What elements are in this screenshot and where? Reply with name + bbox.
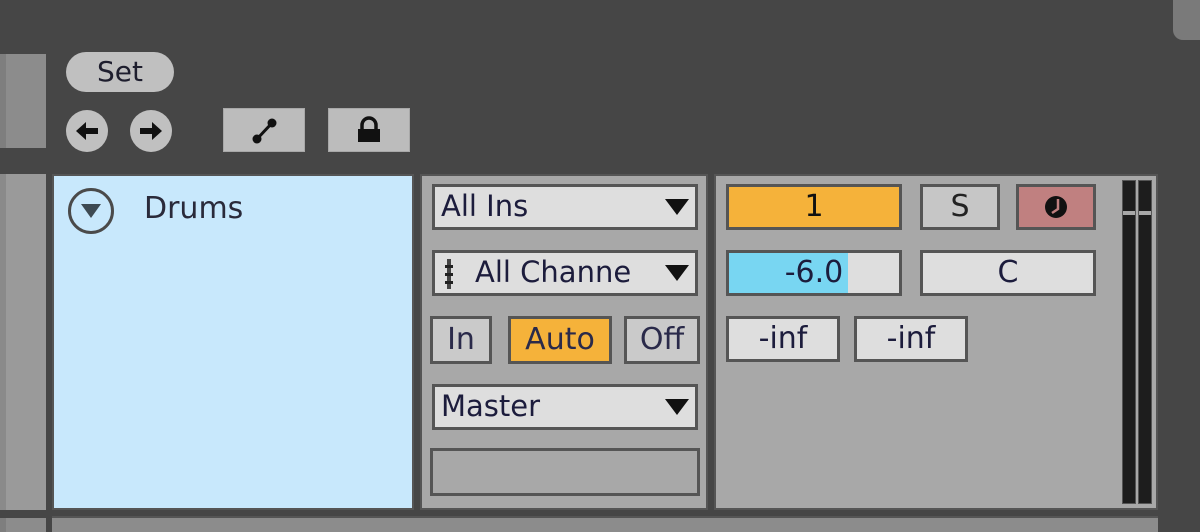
drag-handle-icon (445, 259, 453, 289)
automation-node-icon (252, 118, 277, 144)
output-type-value: Master (441, 389, 541, 423)
lock-button[interactable] (328, 108, 410, 152)
adjacent-track-strip-bottom (0, 518, 46, 532)
scrollbar-thumb[interactable] (1173, 0, 1200, 40)
peak-level-left[interactable]: -inf (726, 316, 840, 362)
input-type-dropdown[interactable]: All Ins (432, 184, 698, 230)
adjacent-track-strip (0, 54, 46, 148)
input-output-section: All Ins All Channe In Auto Off Master (420, 174, 708, 510)
chevron-down-icon (665, 199, 689, 215)
automation-mode-button[interactable] (223, 108, 305, 152)
output-type-dropdown[interactable]: Master (432, 384, 698, 430)
volume-value: -6.0 (784, 255, 844, 290)
fold-triangle-down-icon (81, 204, 101, 218)
input-type-value: All Ins (441, 189, 529, 223)
input-channel-dropdown[interactable]: All Channe (432, 250, 698, 296)
track-name[interactable]: Drums (144, 188, 243, 230)
solo-button[interactable]: S (920, 184, 1000, 230)
arrow-left-icon (76, 122, 98, 140)
chevron-down-icon (665, 399, 689, 415)
mixer-section: 1 S -6.0 C -inf -inf (714, 174, 1158, 510)
level-meter-left (1122, 180, 1136, 504)
fold-button[interactable] (68, 188, 114, 234)
level-meter-right (1138, 180, 1152, 504)
pan-control[interactable]: C (920, 250, 1096, 296)
arm-button[interactable] (1016, 184, 1096, 230)
adjacent-track-header[interactable] (0, 174, 46, 510)
volume-slider[interactable]: -6.0 (726, 250, 902, 296)
peak-level-right[interactable]: -inf (854, 316, 968, 362)
output-channel-field[interactable] (430, 448, 700, 496)
set-button[interactable]: Set (66, 52, 174, 92)
input-channel-value: All Channe (475, 255, 632, 289)
track-activator-button[interactable]: 1 (726, 184, 902, 230)
monitor-auto-button[interactable]: Auto (508, 316, 612, 364)
monitor-in-button[interactable]: In (430, 316, 492, 364)
record-arm-icon (1045, 196, 1067, 218)
nav-back-button[interactable] (66, 110, 108, 152)
arrow-right-icon (140, 122, 162, 140)
nav-forward-button[interactable] (130, 110, 172, 152)
chevron-down-icon (665, 265, 689, 281)
next-track-header[interactable] (52, 516, 1158, 532)
monitor-off-button[interactable]: Off (624, 316, 700, 364)
lock-icon (358, 116, 380, 142)
track-header[interactable]: Drums (52, 174, 414, 510)
